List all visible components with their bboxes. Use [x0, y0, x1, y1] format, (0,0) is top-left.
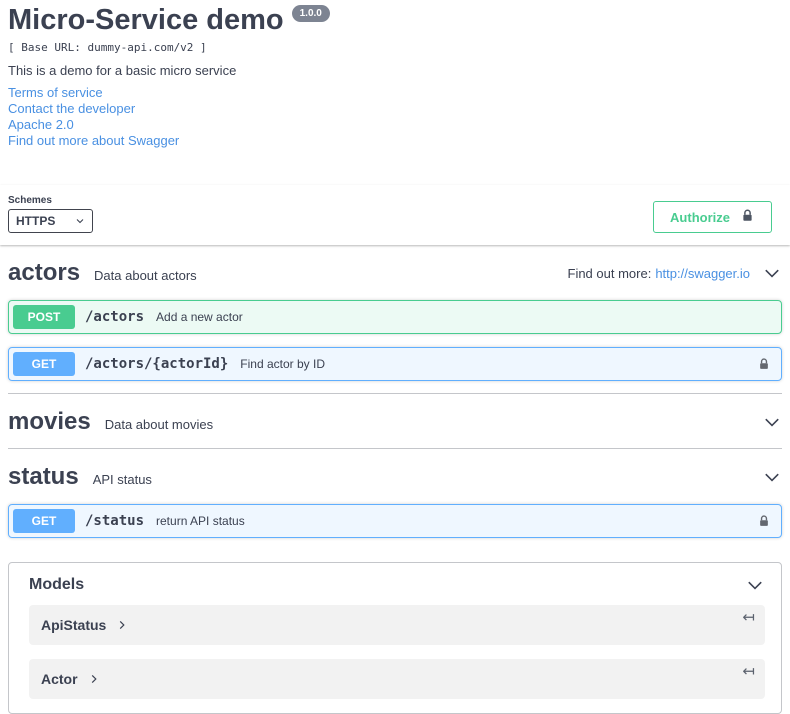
lock-icon[interactable]	[757, 357, 771, 371]
authorize-label: Authorize	[670, 209, 730, 225]
base-url: [ Base URL: dummy-api.com/v2 ]	[8, 41, 207, 54]
contact-developer-link[interactable]: Contact the developer	[8, 101, 782, 117]
tag-name-status: status	[8, 463, 79, 490]
license-link[interactable]: Apache 2.0	[8, 117, 782, 133]
tag-description-movies: Data about movies	[104, 417, 214, 432]
tag-header-movies[interactable]: movies Data about movies	[8, 408, 782, 436]
method-badge-get: GET	[13, 509, 75, 533]
tag-section-status: status API status GET /status return API…	[8, 449, 782, 546]
tag-title: status API status	[8, 463, 152, 491]
version-badge: 1.0.0	[291, 5, 330, 22]
scheme-container: Schemes HTTPS Authorize	[0, 185, 790, 245]
models-title: Models	[29, 576, 85, 593]
operations-area: actors Data about actors Find out more: h…	[0, 245, 790, 714]
swagger-about-link[interactable]: Find out more about Swagger	[8, 133, 782, 149]
scheme-selected-value: HTTPS	[16, 214, 56, 228]
external-docs: Find out more: http://swagger.io	[568, 266, 751, 281]
lock-icon[interactable]	[757, 514, 771, 528]
authorize-button[interactable]: Authorize	[653, 201, 772, 233]
chevron-down-icon[interactable]	[762, 263, 782, 283]
chevron-down-icon[interactable]	[762, 412, 782, 432]
external-docs-link[interactable]: http://swagger.io	[655, 266, 750, 281]
model-actor[interactable]: Actor ↤	[29, 659, 765, 699]
tag-title: movies Data about movies	[8, 408, 213, 436]
external-docs-prefix: Find out more:	[567, 265, 652, 281]
lock-icon	[740, 208, 755, 226]
chevron-down-icon[interactable]	[745, 575, 765, 595]
tag-description-actors: Data about actors	[94, 268, 197, 283]
operation-path: /actors	[85, 309, 145, 325]
tag-header-right	[762, 467, 782, 487]
api-title: Micro-Service demo 1.0.0	[8, 4, 782, 37]
models-header[interactable]: Models	[9, 563, 781, 605]
api-title-text: Micro-Service demo	[8, 4, 284, 36]
schemes-label: Schemes	[8, 195, 52, 206]
api-description: This is a demo for a basic micro service	[8, 63, 237, 78]
model-name: Actor	[41, 671, 78, 687]
method-badge-post: POST	[13, 305, 75, 329]
tag-section-actors: actors Data about actors Find out more: h…	[8, 245, 782, 394]
tag-header-status[interactable]: status API status	[8, 463, 782, 491]
model-apistatus[interactable]: ApiStatus ↤	[29, 605, 765, 645]
tag-description-status: API status	[92, 472, 152, 487]
caret-down-icon	[76, 219, 84, 224]
tag-header-actors[interactable]: actors Data about actors Find out more: h…	[8, 259, 782, 287]
operation-summary: Add a new actor	[156, 310, 243, 324]
info-section: Micro-Service demo 1.0.0 [ Base URL: dum…	[0, 4, 790, 149]
return-arrow-icon: ↤	[742, 663, 755, 680]
opblock-get-status[interactable]: GET /status return API status	[8, 504, 782, 538]
models-section: Models ApiStatus ↤ Actor ↤	[8, 562, 782, 714]
tag-header-right	[762, 412, 782, 432]
tag-section-movies: movies Data about movies	[8, 394, 782, 449]
chevron-right-icon[interactable]	[88, 673, 100, 685]
operation-path: /actors/{actorId}	[85, 356, 229, 372]
opblock-get-actor-by-id[interactable]: GET /actors/{actorId} Find actor by ID	[8, 347, 782, 381]
tag-header-right: Find out more: http://swagger.io	[568, 263, 783, 283]
operation-path: /status	[85, 513, 145, 529]
terms-of-service-link[interactable]: Terms of service	[8, 85, 782, 101]
tag-title: actors Data about actors	[8, 259, 197, 287]
schemes-group: Schemes HTTPS	[8, 195, 93, 233]
return-arrow-icon: ↤	[742, 609, 755, 626]
model-name: ApiStatus	[41, 617, 107, 633]
tag-name-movies: movies	[8, 408, 91, 435]
tag-name-actors: actors	[8, 259, 81, 286]
opblock-post-actors[interactable]: POST /actors Add a new actor	[8, 300, 782, 334]
scheme-select[interactable]: HTTPS	[8, 209, 93, 233]
info-links: Terms of service Contact the developer A…	[8, 85, 782, 149]
chevron-down-icon[interactable]	[762, 467, 782, 487]
operation-summary: Find actor by ID	[240, 357, 325, 371]
method-badge-get: GET	[13, 352, 75, 376]
chevron-right-icon[interactable]	[116, 619, 128, 631]
operation-summary: return API status	[156, 514, 245, 528]
